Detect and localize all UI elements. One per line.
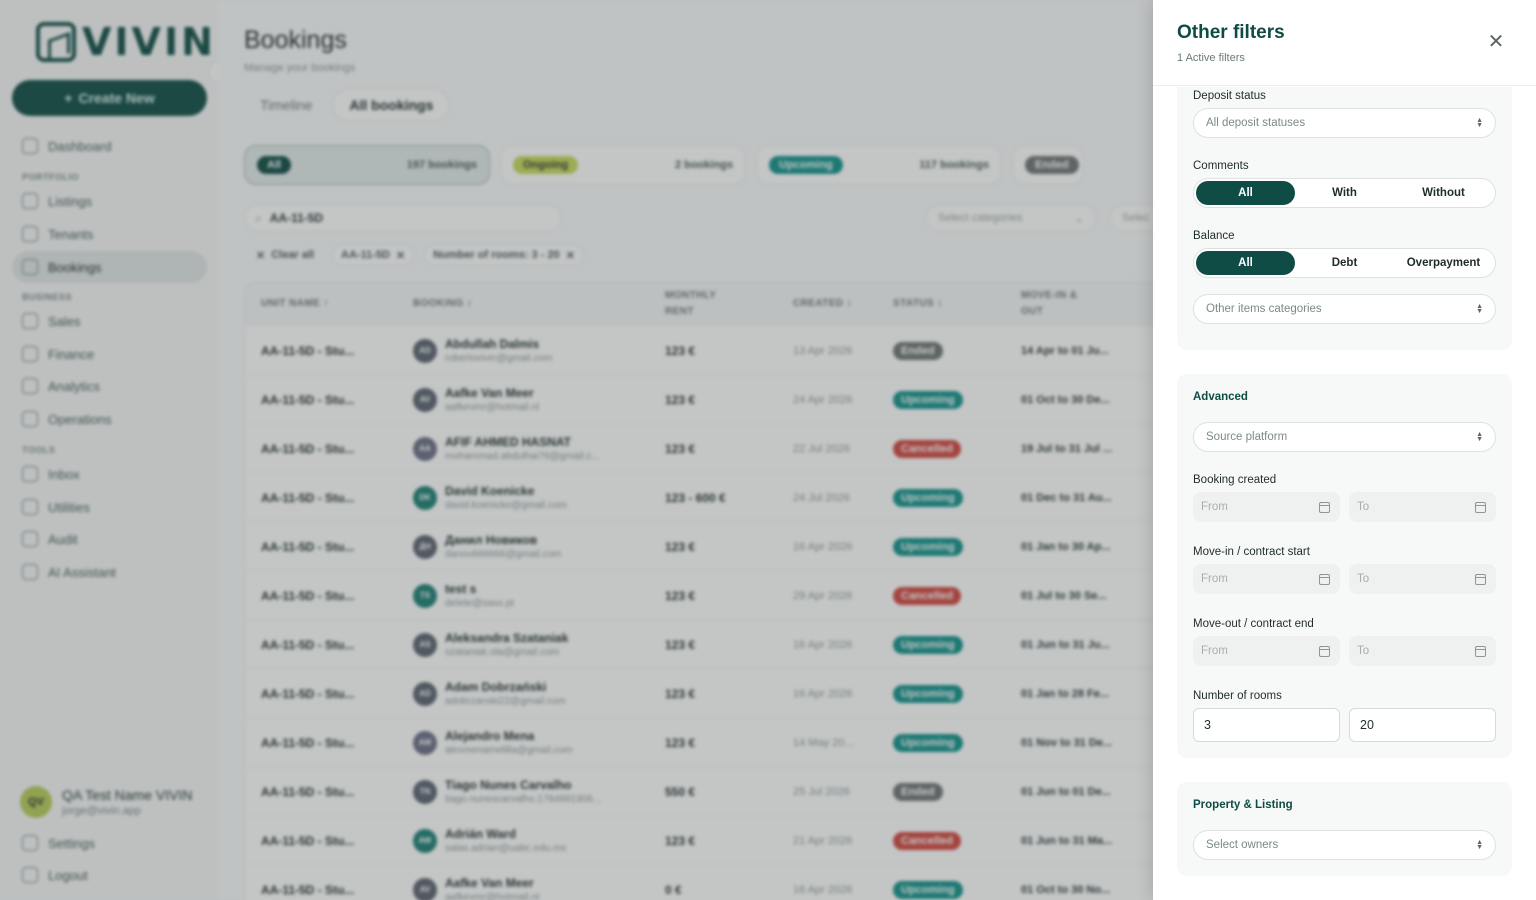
rooms-min-input[interactable]: 3 [1193,708,1340,742]
drawer-header: Other filters 1 Active filters ✕ [1153,0,1536,86]
move-out-label: Move-out / contract end [1193,618,1314,630]
date-placeholder: From [1201,573,1228,585]
date-placeholder: From [1201,501,1228,513]
calendar-icon [1319,501,1330,513]
advanced-heading: Advanced [1193,391,1248,403]
select-owners[interactable]: Select owners ▲ ▼ [1193,830,1496,860]
calendar-icon [1475,645,1486,657]
other-items-categories-select[interactable]: Other items categories ▲ ▼ [1193,294,1496,324]
sort-arrows-icon: ▲ ▼ [1476,839,1483,851]
calendar-icon [1319,645,1330,657]
balance-option-all[interactable]: All [1196,251,1295,275]
sort-arrows-icon: ▲ ▼ [1476,303,1483,315]
sort-arrows-icon: ▲ ▼ [1476,117,1483,129]
filter-card-general: Deposit status All deposit statuses ▲ ▼ C… [1177,87,1512,350]
comments-option-all[interactable]: All [1196,181,1295,205]
comments-option-with[interactable]: With [1295,181,1394,205]
move-in-label: Move-in / contract start [1193,546,1310,558]
balance-option-debt[interactable]: Debt [1295,251,1394,275]
deposit-status-select[interactable]: All deposit statuses ▲ ▼ [1193,108,1496,138]
number-of-rooms-label: Number of rooms [1193,690,1282,702]
drawer-body[interactable]: Deposit status All deposit statuses ▲ ▼ C… [1153,87,1536,900]
balance-option-overpayment[interactable]: Overpayment [1394,251,1493,275]
comments-label: Comments [1193,160,1249,172]
comments-segmented-control: All With Without [1193,178,1496,208]
close-drawer-button[interactable]: ✕ [1485,30,1507,53]
calendar-icon [1475,501,1486,513]
date-placeholder: To [1357,645,1370,657]
booking-created-label: Booking created [1193,474,1277,486]
move-out-to[interactable]: To [1349,636,1496,666]
active-filters-count: 1 Active filters [1177,52,1245,64]
date-placeholder: To [1357,573,1370,585]
filter-card-property: Property & Listing Select owners ▲ ▼ [1177,782,1512,876]
calendar-icon [1475,573,1486,585]
move-in-from[interactable]: From [1193,564,1340,594]
source-platform-value: Source platform [1206,431,1288,443]
booking-created-from[interactable]: From [1193,492,1340,522]
property-listing-heading: Property & Listing [1193,799,1293,811]
balance-segmented-control: All Debt Overpayment [1193,248,1496,278]
date-placeholder: To [1357,501,1370,513]
move-in-to[interactable]: To [1349,564,1496,594]
date-placeholder: From [1201,645,1228,657]
calendar-icon [1319,573,1330,585]
rooms-max-input[interactable]: 20 [1349,708,1496,742]
move-out-from[interactable]: From [1193,636,1340,666]
booking-created-to[interactable]: To [1349,492,1496,522]
sort-arrows-icon: ▲ ▼ [1476,431,1483,443]
balance-label: Balance [1193,230,1235,242]
filter-card-advanced: Advanced Source platform ▲ ▼ Booking crea… [1177,374,1512,758]
deposit-status-label: Deposit status [1193,90,1266,102]
source-platform-select[interactable]: Source platform ▲ ▼ [1193,422,1496,452]
drawer-title: Other filters [1177,22,1285,43]
select-owners-value: Select owners [1206,839,1279,851]
comments-option-without[interactable]: Without [1394,181,1493,205]
deposit-status-value: All deposit statuses [1206,117,1306,129]
other-filters-drawer: Other filters 1 Active filters ✕ Deposit… [1153,0,1536,900]
close-icon: ✕ [1487,30,1505,53]
other-items-value: Other items categories [1206,303,1322,315]
